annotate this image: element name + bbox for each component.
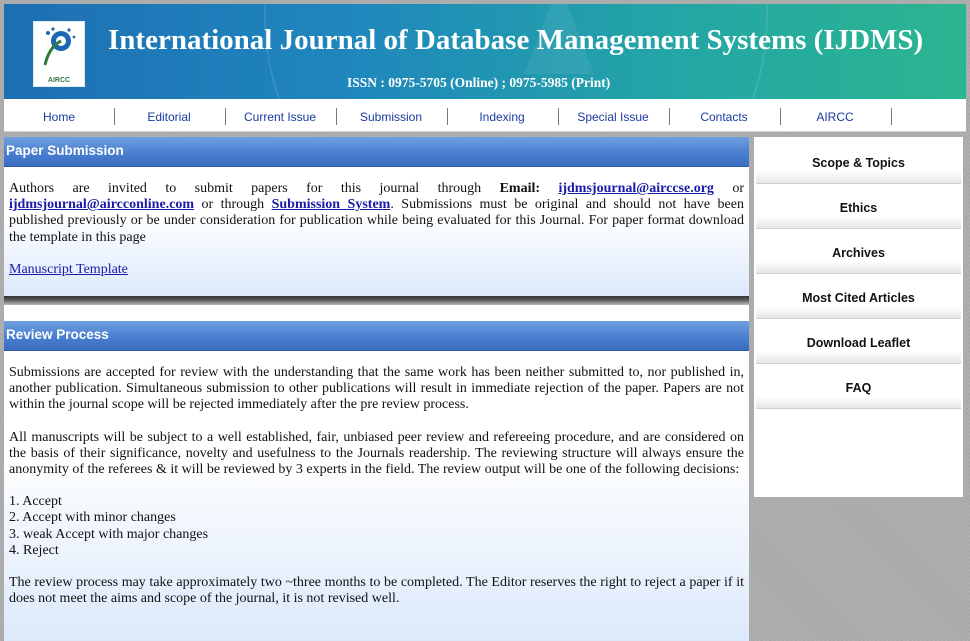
nav-submission[interactable]: Submission [336, 99, 446, 131]
sidebar-item-download-leaflet[interactable]: Download Leaflet [756, 323, 961, 364]
nav-special-issue[interactable]: Special Issue [558, 99, 668, 131]
decision-item: 3. weak Accept with major changes [9, 526, 209, 542]
top-navigation: Home Editorial Current Issue Submission … [4, 99, 966, 132]
paper-submission-text: Authors are invited to submit papers for… [9, 181, 744, 246]
paper-submission-heading: Paper Submission [4, 137, 749, 167]
site-title: International Journal of Database Manage… [108, 24, 924, 56]
sidebar-item-archives[interactable]: Archives [756, 233, 961, 274]
decision-list: 1. Accept 2. Accept with minor changes 3… [9, 494, 744, 559]
review-process-body: Submissions are accepted for review with… [4, 351, 749, 641]
aircc-logo[interactable]: AIRCC [33, 21, 85, 87]
sidebar-item-faq[interactable]: FAQ [756, 368, 961, 409]
review-process-heading: Review Process [4, 321, 749, 351]
main-content: Paper Submission Authors are invited to … [4, 137, 749, 641]
sidebar-item-ethics[interactable]: Ethics [756, 188, 961, 229]
sidebar-item-most-cited[interactable]: Most Cited Articles [756, 278, 961, 319]
nav-indexing[interactable]: Indexing [447, 99, 557, 131]
decision-item: 4. Reject [9, 542, 59, 558]
decision-item: 2. Accept with minor changes [9, 510, 176, 526]
decision-item: 1. Accept [9, 494, 62, 510]
paper-submission-body: Authors are invited to submit papers for… [4, 167, 749, 296]
review-paragraph-3: The review process may take approximatel… [9, 575, 744, 607]
nav-contacts[interactable]: Contacts [669, 99, 779, 131]
issn-line: ISSN : 0975-5705 (Online) ; 0975-5985 (P… [347, 75, 611, 90]
manuscript-template-link[interactable]: Manuscript Template [9, 262, 128, 277]
nav-editorial[interactable]: Editorial [114, 99, 224, 131]
or-through-text: or through [201, 197, 265, 213]
logo-text: AIRCC [47, 77, 71, 84]
nav-current-issue[interactable]: Current Issue [225, 99, 335, 131]
nav-aircc[interactable]: AIRCC [780, 99, 890, 131]
review-paragraph-1: Submissions are accepted for review with… [9, 365, 744, 413]
email-label: Email: [499, 181, 541, 196]
site-header: AIRCC International Journal of Database … [4, 4, 966, 99]
sidebar: Scope & Topics Ethics Archives Most Cite… [754, 137, 963, 497]
logo-swirl-icon [43, 27, 76, 66]
sidebar-item-scope-topics[interactable]: Scope & Topics [756, 143, 961, 184]
or-text: or [732, 181, 745, 196]
nav-home[interactable]: Home [4, 99, 114, 131]
email-link-airccse[interactable]: ijdmsjournal@airccse.org [558, 181, 713, 196]
section-divider [4, 296, 749, 305]
review-paragraph-2: All manuscripts will be subject to a wel… [9, 429, 744, 478]
submission-intro: Authors are invited to submit papers for… [9, 181, 482, 196]
nav-separator [891, 108, 892, 125]
submission-system-link[interactable]: Submission System [272, 197, 391, 212]
email-link-aircconline[interactable]: ijdmsjournal@aircconline.com [9, 197, 194, 212]
